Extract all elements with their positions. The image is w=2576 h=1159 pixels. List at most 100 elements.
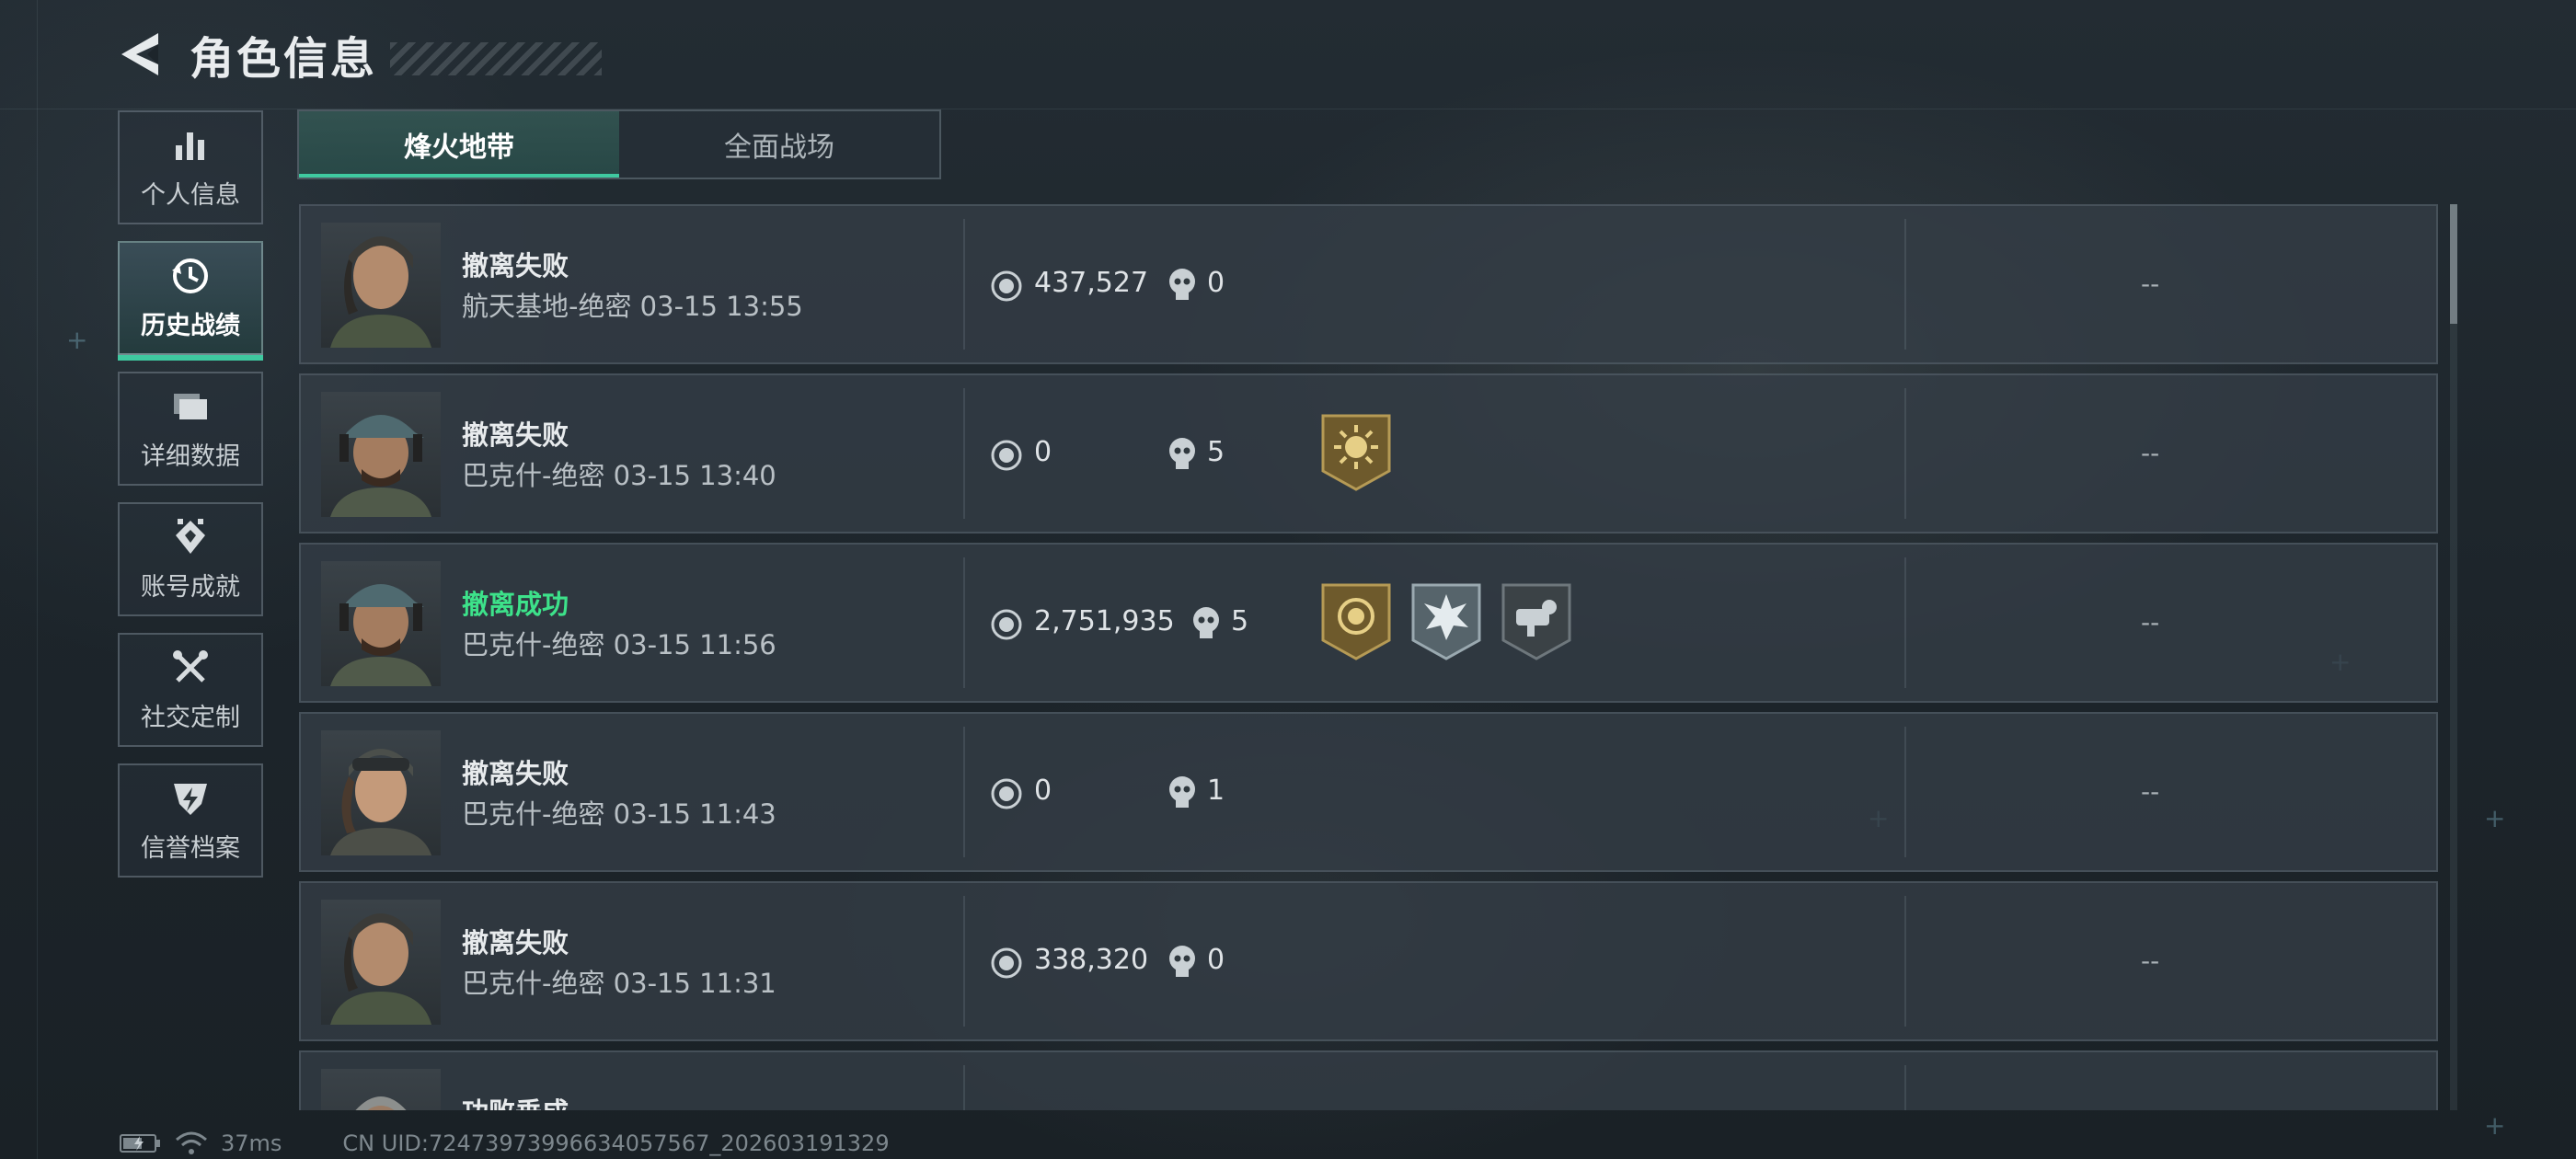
status-footer: 37ms CN UID:72473973996634057567_2026031… [120, 1130, 890, 1157]
scrollbar-thumb[interactable] [2450, 204, 2457, 324]
column-divider [963, 1065, 965, 1110]
match-history-list: 撤离失败 航天基地-绝密 03-15 13:55 437,527 0 -- 撤离… [299, 204, 2438, 1110]
asset-value: 2,751,935 [1034, 605, 1175, 637]
column-divider [963, 219, 965, 350]
history-clock-icon [172, 258, 208, 293]
map-and-time: 巴克什-绝密 03-15 11:43 [462, 798, 776, 830]
operator-avatar [321, 900, 441, 1025]
achievement-icon [176, 518, 205, 554]
sidebar-item-match-history[interactable]: 历史战绩 [118, 241, 263, 361]
kill-count: 5 [1207, 436, 1225, 468]
extraction-status: 撤离失败 [462, 419, 569, 451]
column-divider [1904, 557, 1906, 688]
operator-avatar [321, 1069, 441, 1110]
operator-avatar [321, 561, 441, 686]
back-arrow-icon[interactable] [118, 29, 162, 79]
extra-value: -- [2141, 776, 2160, 807]
map-and-time: 巴克什-绝密 03-15 13:40 [462, 460, 776, 491]
asset-value: 0 [1034, 775, 1052, 807]
currency-icon [991, 947, 1022, 979]
sidebar-item-label: 历史战绩 [141, 311, 240, 340]
bg-plus-mark: + [66, 325, 88, 355]
sidebar-item-label: 账号成就 [141, 572, 240, 602]
column-divider [1904, 896, 1906, 1027]
column-divider [963, 557, 965, 688]
match-row[interactable]: 撤离成功 巴克什-绝密 03-15 11:56 2,751,935 5 -- [299, 543, 2438, 703]
sidebar-item-personal-info[interactable]: 个人信息 [118, 110, 263, 224]
gold-sun-badge-icon[interactable] [1319, 412, 1393, 493]
folder-icon [174, 393, 207, 419]
sidebar-item-account-achievements[interactable]: 账号成就 [118, 502, 263, 616]
map-and-time: 航天基地-绝密 03-15 13:55 [462, 291, 803, 322]
sidebar-item-social-custom[interactable]: 社交定制 [118, 633, 263, 747]
mode-tabs: 烽火地带 全面战场 [297, 109, 941, 179]
match-row[interactable]: 撤离失败 巴克什-绝密 03-15 13:40 0 5 -- [299, 373, 2438, 534]
battery-charging-icon [120, 1134, 160, 1153]
currency-icon [991, 778, 1022, 809]
list-scrollbar[interactable] [2450, 204, 2457, 1110]
sidebar-item-label: 个人信息 [141, 180, 240, 210]
page-header: 角色信息 [118, 22, 603, 86]
kill-count: 1 [1207, 775, 1225, 807]
currency-icon [991, 609, 1022, 640]
extra-value: -- [2141, 607, 2160, 637]
sidebar-item-label: 详细数据 [141, 442, 240, 471]
column-divider [963, 727, 965, 857]
sidebar: 个人信息 历史战绩 详细数据 账号成就 社交定制 信誉档案 [118, 110, 265, 894]
extraction-status: 撤离失败 [462, 927, 569, 958]
extraction-status: 功败垂成 [462, 1091, 569, 1110]
bar-chart-icon [176, 132, 204, 160]
column-divider [1904, 388, 1906, 519]
column-divider [1904, 219, 1906, 350]
column-divider [963, 896, 965, 1027]
bg-plus-mark: + [2484, 803, 2506, 833]
bg-grid-line [37, 0, 38, 1159]
sidebar-item-detailed-data[interactable]: 详细数据 [118, 372, 263, 486]
kill-skull-icon [1193, 607, 1219, 638]
column-divider [1904, 727, 1906, 857]
asset-value: 437,527 [1034, 267, 1149, 299]
currency-icon [991, 270, 1022, 302]
extraction-status: 撤离失败 [462, 250, 569, 281]
user-uid: CN UID:72473973996634057567_202603191329 [342, 1130, 890, 1156]
gold-coin-badge-icon[interactable] [1319, 581, 1393, 662]
column-divider [1904, 1065, 1906, 1110]
extra-value: -- [2141, 946, 2160, 976]
operator-avatar [321, 392, 441, 517]
sidebar-item-credit-record[interactable]: 信誉档案 [118, 763, 263, 878]
extra-value: -- [2141, 269, 2160, 299]
title-decoration [390, 42, 603, 75]
sidebar-item-label: 信誉档案 [141, 833, 240, 863]
extraction-status: 撤离成功 [462, 589, 569, 620]
map-and-time: 巴克什-绝密 03-15 11:31 [462, 968, 776, 999]
kill-count: 0 [1207, 267, 1225, 299]
dark-gear-badge-icon[interactable] [1500, 581, 1573, 662]
map-and-time: 巴克什-绝密 03-15 11:56 [462, 629, 776, 660]
operator-avatar [321, 730, 441, 855]
kill-skull-icon [1169, 269, 1195, 300]
extraction-status: 撤离失败 [462, 758, 569, 789]
column-divider [963, 388, 965, 519]
match-row[interactable]: 撤离失败 航天基地-绝密 03-15 13:55 437,527 0 -- [299, 204, 2438, 364]
kill-skull-icon [1169, 438, 1195, 469]
tab-full-battlefield[interactable]: 全面战场 [619, 111, 939, 178]
kill-count: 0 [1207, 944, 1225, 976]
match-row[interactable]: 撤离失败 巴克什-绝密 03-15 11:43 0 1 -- [299, 712, 2438, 872]
match-row[interactable]: 撤离失败 巴克什-绝密 03-15 11:31 338,320 0 -- [299, 881, 2438, 1041]
kill-count: 5 [1231, 605, 1249, 637]
match-row[interactable]: 功败垂成 [299, 1050, 2438, 1110]
network-latency: 37ms [221, 1130, 282, 1156]
silver-burst-badge-icon[interactable] [1409, 581, 1483, 662]
operator-avatar [321, 223, 441, 348]
page-title: 角色信息 [190, 33, 378, 85]
wifi-icon [176, 1131, 207, 1154]
tab-hazard-zone[interactable]: 烽火地带 [299, 111, 619, 178]
tools-icon [173, 649, 208, 683]
bg-plus-mark: + [2484, 1110, 2506, 1141]
app-screen: + + + + + 角色信息 个人信息 历史战绩 [0, 0, 2576, 1159]
asset-value: 0 [1034, 436, 1052, 468]
kill-skull-icon [1169, 776, 1195, 808]
credit-shield-icon [174, 783, 207, 815]
sidebar-item-label: 社交定制 [141, 703, 240, 732]
currency-icon [991, 440, 1022, 471]
